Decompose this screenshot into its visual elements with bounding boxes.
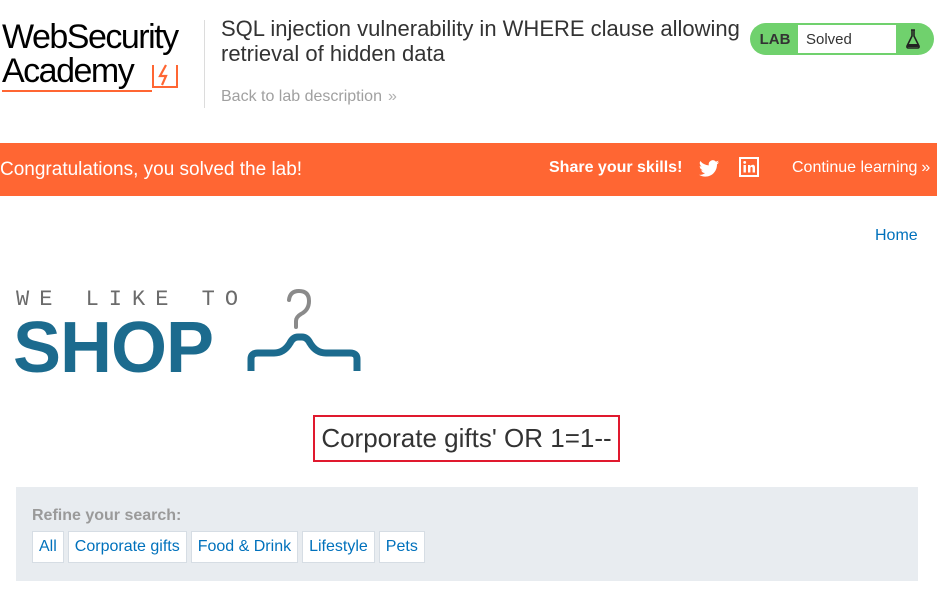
- shop-wordmark: SHOP: [13, 308, 214, 388]
- category-filter-panel: Refine your search: All Corporate gifts …: [16, 487, 918, 581]
- double-chevron-right-icon: »: [921, 159, 930, 176]
- filter-lifestyle[interactable]: Lifestyle: [302, 531, 375, 563]
- share-your-skills-label: Share your skills!: [549, 159, 683, 176]
- linkedin-icon[interactable]: [739, 157, 759, 177]
- shop-logo: WE LIKE TO SHOP: [13, 280, 375, 390]
- continue-learning-label: Continue learning: [792, 159, 918, 176]
- filter-corporate-gifts[interactable]: Corporate gifts: [67, 531, 187, 563]
- twitter-icon[interactable]: [698, 158, 720, 180]
- clothes-hanger-icon: [247, 288, 361, 371]
- logo-underline: [2, 90, 152, 92]
- filter-food-and-drink[interactable]: Food & Drink: [190, 531, 299, 563]
- congratulations-message: Congratulations, you solved the lab!: [0, 159, 303, 180]
- logo-line-1: WebSecurity: [2, 18, 179, 56]
- filter-pets[interactable]: Pets: [378, 531, 425, 563]
- double-chevron-right-icon: »: [387, 88, 397, 105]
- header-divider: [204, 20, 205, 108]
- lab-status-widget: LAB Solved: [750, 23, 934, 55]
- back-link-label: Back to lab description: [221, 88, 382, 105]
- lab-header: WebSecurity Academy SQL injection vulner…: [0, 0, 937, 143]
- continue-learning-link[interactable]: Continue learning »: [792, 159, 930, 177]
- refine-search-label: Refine your search:: [32, 507, 182, 524]
- lightning-bolt-icon: [152, 64, 178, 88]
- search-term-heading: Corporate gifts' OR 1=1--: [313, 415, 620, 462]
- web-security-academy-logo[interactable]: WebSecurity Academy: [2, 20, 202, 95]
- back-to-lab-description-link[interactable]: Back to lab description »: [221, 88, 397, 106]
- lab-title: SQL injection vulnerability in WHERE cla…: [221, 16, 740, 66]
- solved-banner: Congratulations, you solved the lab! Sha…: [0, 143, 937, 196]
- lab-label: LAB: [759, 30, 791, 48]
- flask-icon: [896, 23, 930, 55]
- lab-status-text: Solved: [798, 25, 896, 53]
- category-filter-list: All Corporate gifts Food & Drink Lifesty…: [32, 531, 425, 563]
- filter-all[interactable]: All: [32, 531, 64, 563]
- home-link[interactable]: Home: [875, 227, 918, 245]
